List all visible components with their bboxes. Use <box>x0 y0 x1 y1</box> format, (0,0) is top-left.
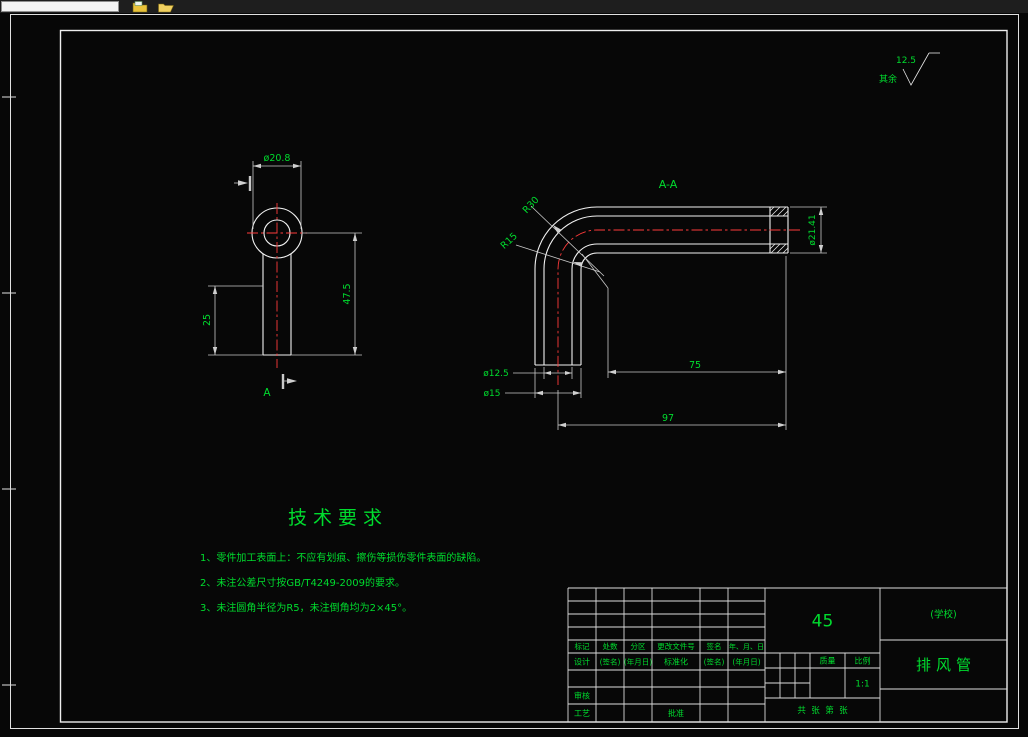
dim-od: ø15 <box>484 389 501 399</box>
dim-length-97: 97 <box>662 413 674 424</box>
section-label-a: A <box>263 387 271 399</box>
tech-req-item-3: 3、未注圆角半径为R5，未注倒角均为2×45°。 <box>200 601 412 614</box>
tb-signname: (签名) <box>600 657 621 667</box>
tb-col-date: 年、月、日 <box>729 642 764 651</box>
tech-req-item-2: 2、未注公差尺寸按GB/T4249-2009的要求。 <box>200 576 405 589</box>
frame-center-marks <box>2 96 16 686</box>
tb-sheets: 共 张 第 张 <box>797 705 848 716</box>
cad-drawing-canvas[interactable]: 12.5 其余 ø20.8 47.5 25 A A-A R30 R15 ø21.… <box>0 0 1028 737</box>
dim-radius-inner: R15 <box>499 231 520 252</box>
section-view: A-A R30 R15 ø21.41 75 97 ø12.5 ø15 <box>483 178 827 430</box>
tb-signname-2: (签名) <box>704 657 725 667</box>
tb-scale-value: 1:1 <box>855 680 869 690</box>
tb-part-name: 排风管 <box>916 656 976 674</box>
tb-col-zone: 分区 <box>631 642 646 651</box>
title-block: 标记 处数 分区 更改文件号 签名 年、月、日 设计 (签名) (年月日) 标准… <box>567 587 1007 722</box>
section-view-title: A-A <box>659 178 678 191</box>
front-view: ø20.8 47.5 25 A <box>202 153 362 399</box>
tb-design: 设计 <box>574 657 590 667</box>
tb-col-count: 处数 <box>603 641 618 651</box>
tb-standardize: 标准化 <box>664 657 688 667</box>
technical-requirements: 技术要求 1、零件加工表面上：不应有划痕、擦伤等损伤零件表面的缺陷。 2、未注公… <box>200 507 486 614</box>
tech-req-item-1: 1、零件加工表面上：不应有划痕、擦伤等损伤零件表面的缺陷。 <box>200 551 486 564</box>
sheet-frame <box>2 14 1019 729</box>
dim-length-75: 75 <box>689 360 701 371</box>
tb-quality: 质量 <box>820 656 836 666</box>
tb-school: (学校) <box>930 609 956 621</box>
dim-bore: ø12.5 <box>483 369 509 379</box>
tb-col-sign: 签名 <box>707 641 722 651</box>
front-dim-offset: 25 <box>202 314 213 326</box>
tb-scale: 比例 <box>855 656 871 666</box>
front-view-centerlines <box>247 203 307 368</box>
tb-process: 工艺 <box>574 709 590 718</box>
tb-signdate: (年月日) <box>624 657 652 667</box>
section-view-arrowheads <box>535 207 824 428</box>
tb-approve: 批准 <box>668 708 684 718</box>
tb-signdate-2: (年月日) <box>732 657 760 667</box>
tb-col-doc: 更改文件号 <box>657 641 695 651</box>
roughness-note-text: 其余 <box>879 73 897 85</box>
tech-req-title: 技术要求 <box>288 507 388 529</box>
roughness-value: 12.5 <box>896 56 916 66</box>
dim-flange-od: ø21.41 <box>808 214 818 245</box>
tb-col-mark: 标记 <box>575 641 590 651</box>
front-view-arrowheads <box>212 163 358 384</box>
front-dim-height: 47.5 <box>342 283 353 304</box>
surface-roughness-note: 12.5 其余 <box>879 52 940 86</box>
section-view-geometry <box>534 206 789 366</box>
tb-material: 45 <box>812 612 834 632</box>
front-dim-diameter: ø20.8 <box>264 153 291 164</box>
tb-check: 审核 <box>574 691 590 701</box>
title-block-grid <box>567 587 1007 722</box>
